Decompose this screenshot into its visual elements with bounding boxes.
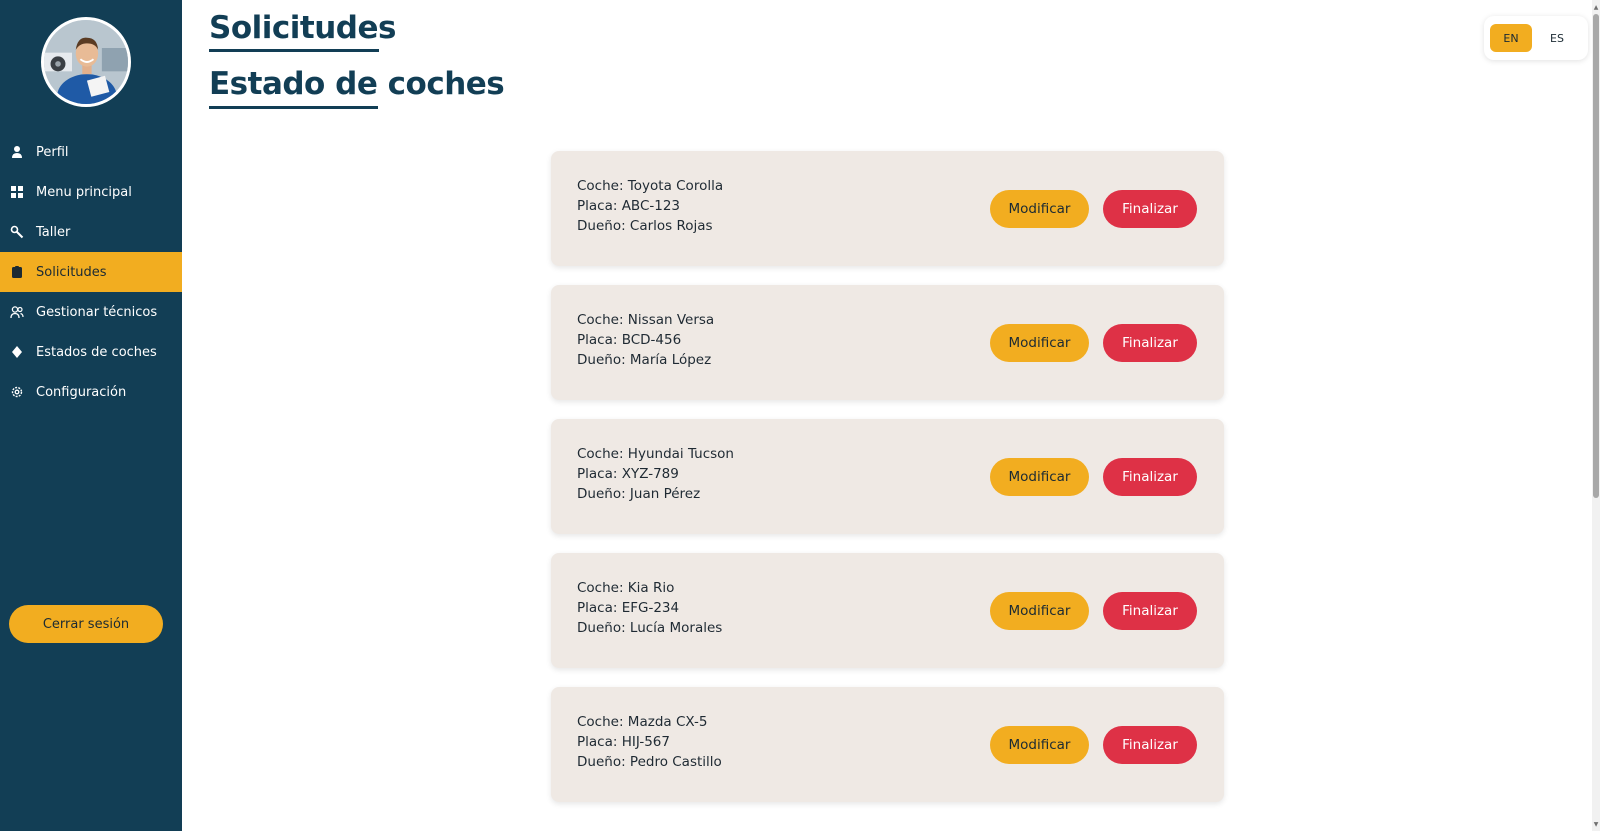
card-car: Coche: Kia Rio [577,580,675,596]
card-actions: Modificar Finalizar [990,458,1197,496]
avatar [41,17,131,107]
grid-icon [10,185,24,199]
logout-button[interactable]: Cerrar sesión [9,605,163,643]
card-owner: Dueño: Pedro Castillo [577,754,722,770]
finish-button[interactable]: Finalizar [1103,190,1197,228]
card-plate: Placa: XYZ-789 [577,466,679,482]
finish-button[interactable]: Finalizar [1103,458,1197,496]
card-actions: Modificar Finalizar [990,190,1197,228]
finish-button[interactable]: Finalizar [1103,726,1197,764]
card-info: Coche: Toyota Corolla Placa: ABC-123 Due… [577,176,723,236]
card-car: Coche: Nissan Versa [577,312,715,328]
sidebar-item-label: Perfil [36,144,69,160]
scroll-down-icon[interactable]: ▼ [1592,819,1600,829]
sidebar-item-gestionar-tecnicos[interactable]: Gestionar técnicos [0,292,182,332]
modify-button[interactable]: Modificar [990,458,1089,496]
request-card: Coche: Kia Rio Placa: EFG-234 Dueño: Luc… [551,553,1224,668]
card-owner: Dueño: María López [577,352,712,368]
card-actions: Modificar Finalizar [990,592,1197,630]
card-plate: Placa: HIJ-567 [577,734,670,750]
card-owner: Dueño: Carlos Rojas [577,218,713,234]
users-icon [10,305,24,319]
sidebar-item-perfil[interactable]: Perfil [0,132,182,172]
card-owner: Dueño: Juan Pérez [577,486,701,502]
page-subtitle: Estado de coches [209,66,505,102]
sidebar-item-label: Configuración [36,384,127,400]
subtitle-underline [209,106,378,109]
card-plate: Placa: BCD-456 [577,332,682,348]
card-info: Coche: Hyundai Tucson Placa: XYZ-789 Due… [577,444,734,504]
sidebar-item-label: Taller [36,224,71,240]
card-plate: Placa: EFG-234 [577,600,680,616]
card-actions: Modificar Finalizar [990,324,1197,362]
request-list: Coche: Toyota Corolla Placa: ABC-123 Due… [551,151,1224,821]
sidebar-item-configuracion[interactable]: Configuración [0,372,182,412]
lang-es-button[interactable]: ES [1536,24,1578,52]
sidebar-nav: Perfil Menu principal Taller Solicitudes [0,132,182,412]
sidebar-item-solicitudes[interactable]: Solicitudes [0,252,182,292]
card-car: Coche: Mazda CX-5 [577,714,708,730]
page-title: Solicitudes [209,10,396,46]
card-info: Coche: Nissan Versa Placa: BCD-456 Dueño… [577,310,714,370]
sidebar: Perfil Menu principal Taller Solicitudes [0,0,182,831]
vertical-scrollbar[interactable]: ▲ ▼ [1592,0,1600,831]
sidebar-item-label: Gestionar técnicos [36,304,158,320]
request-card: Coche: Hyundai Tucson Placa: XYZ-789 Due… [551,419,1224,534]
modify-button[interactable]: Modificar [990,726,1089,764]
finish-button[interactable]: Finalizar [1103,592,1197,630]
card-owner: Dueño: Lucía Morales [577,620,723,636]
sidebar-item-estados-de-coches[interactable]: Estados de coches [0,332,182,372]
title-underline [209,49,379,52]
lang-en-button[interactable]: EN [1490,24,1532,52]
sidebar-item-menu-principal[interactable]: Menu principal [0,172,182,212]
app-root: Perfil Menu principal Taller Solicitudes [0,0,1600,831]
request-card: Coche: Toyota Corolla Placa: ABC-123 Due… [551,151,1224,266]
user-icon [10,145,24,159]
card-info: Coche: Mazda CX-5 Placa: HIJ-567 Dueño: … [577,712,722,772]
card-car: Coche: Toyota Corolla [577,178,724,194]
sidebar-item-label: Estados de coches [36,344,157,360]
sidebar-item-label: Solicitudes [36,264,107,280]
card-actions: Modificar Finalizar [990,726,1197,764]
language-switcher: EN ES [1484,16,1588,60]
sidebar-item-taller[interactable]: Taller [0,212,182,252]
card-car: Coche: Hyundai Tucson [577,446,734,462]
sidebar-item-label: Menu principal [36,184,132,200]
scroll-up-icon[interactable]: ▲ [1592,2,1600,12]
request-card: Coche: Nissan Versa Placa: BCD-456 Dueño… [551,285,1224,400]
gear-icon [10,385,24,399]
modify-button[interactable]: Modificar [990,190,1089,228]
mechanic-photo-icon [44,20,128,104]
wrench-icon [10,225,24,239]
scrollbar-thumb[interactable] [1593,14,1599,498]
diamond-icon [10,345,24,359]
finish-button[interactable]: Finalizar [1103,324,1197,362]
modify-button[interactable]: Modificar [990,324,1089,362]
request-card: Coche: Mazda CX-5 Placa: HIJ-567 Dueño: … [551,687,1224,802]
modify-button[interactable]: Modificar [990,592,1089,630]
card-plate: Placa: ABC-123 [577,198,681,214]
card-info: Coche: Kia Rio Placa: EFG-234 Dueño: Luc… [577,578,722,638]
clipboard-icon [10,265,24,279]
